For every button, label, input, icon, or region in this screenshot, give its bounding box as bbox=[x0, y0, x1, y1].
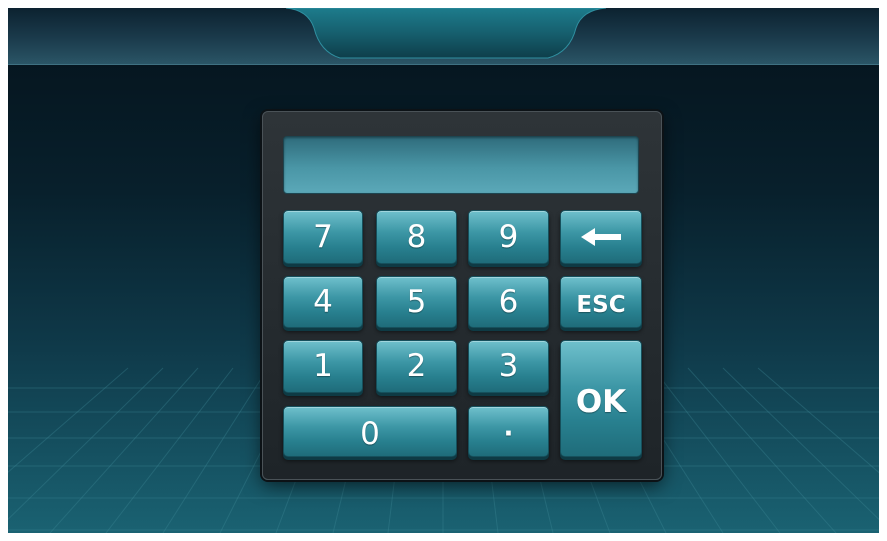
key-5-label: 5 bbox=[406, 284, 427, 320]
key-2[interactable]: 2 bbox=[376, 340, 457, 393]
key-9[interactable]: 9 bbox=[468, 210, 549, 264]
decimal-point-button[interactable]: · bbox=[468, 406, 549, 457]
key-7[interactable]: 7 bbox=[283, 210, 363, 264]
key-8[interactable]: 8 bbox=[376, 210, 457, 264]
keypad-panel: 7 8 9 4 5 6 ESC 1 2 3 OK 0 · bbox=[262, 111, 662, 480]
esc-button[interactable]: ESC bbox=[560, 276, 642, 328]
left-arrow-icon bbox=[581, 228, 621, 246]
esc-button-label: ESC bbox=[576, 292, 626, 318]
key-2-label: 2 bbox=[406, 348, 427, 384]
key-0-label: 0 bbox=[360, 416, 380, 452]
top-bar bbox=[8, 8, 879, 65]
key-4[interactable]: 4 bbox=[283, 276, 363, 328]
input-display[interactable] bbox=[283, 136, 639, 194]
key-1[interactable]: 1 bbox=[283, 340, 363, 393]
key-1-label: 1 bbox=[313, 348, 333, 384]
key-3[interactable]: 3 bbox=[468, 340, 549, 393]
key-4-label: 4 bbox=[313, 284, 333, 320]
key-0[interactable]: 0 bbox=[283, 406, 457, 457]
key-6[interactable]: 6 bbox=[468, 276, 549, 328]
backspace-button[interactable] bbox=[560, 210, 642, 264]
key-3-label: 3 bbox=[498, 348, 519, 384]
ok-button-label: OK bbox=[575, 384, 627, 420]
decimal-point-label: · bbox=[503, 419, 514, 449]
ok-button[interactable]: OK bbox=[560, 340, 642, 457]
key-8-label: 8 bbox=[406, 219, 427, 255]
top-center-tab bbox=[285, 8, 607, 59]
screen: 7 8 9 4 5 6 ESC 1 2 3 OK 0 · bbox=[8, 8, 879, 533]
key-6-label: 6 bbox=[498, 284, 519, 320]
key-9-label: 9 bbox=[498, 219, 519, 255]
key-7-label: 7 bbox=[313, 219, 333, 255]
key-5[interactable]: 5 bbox=[376, 276, 457, 328]
